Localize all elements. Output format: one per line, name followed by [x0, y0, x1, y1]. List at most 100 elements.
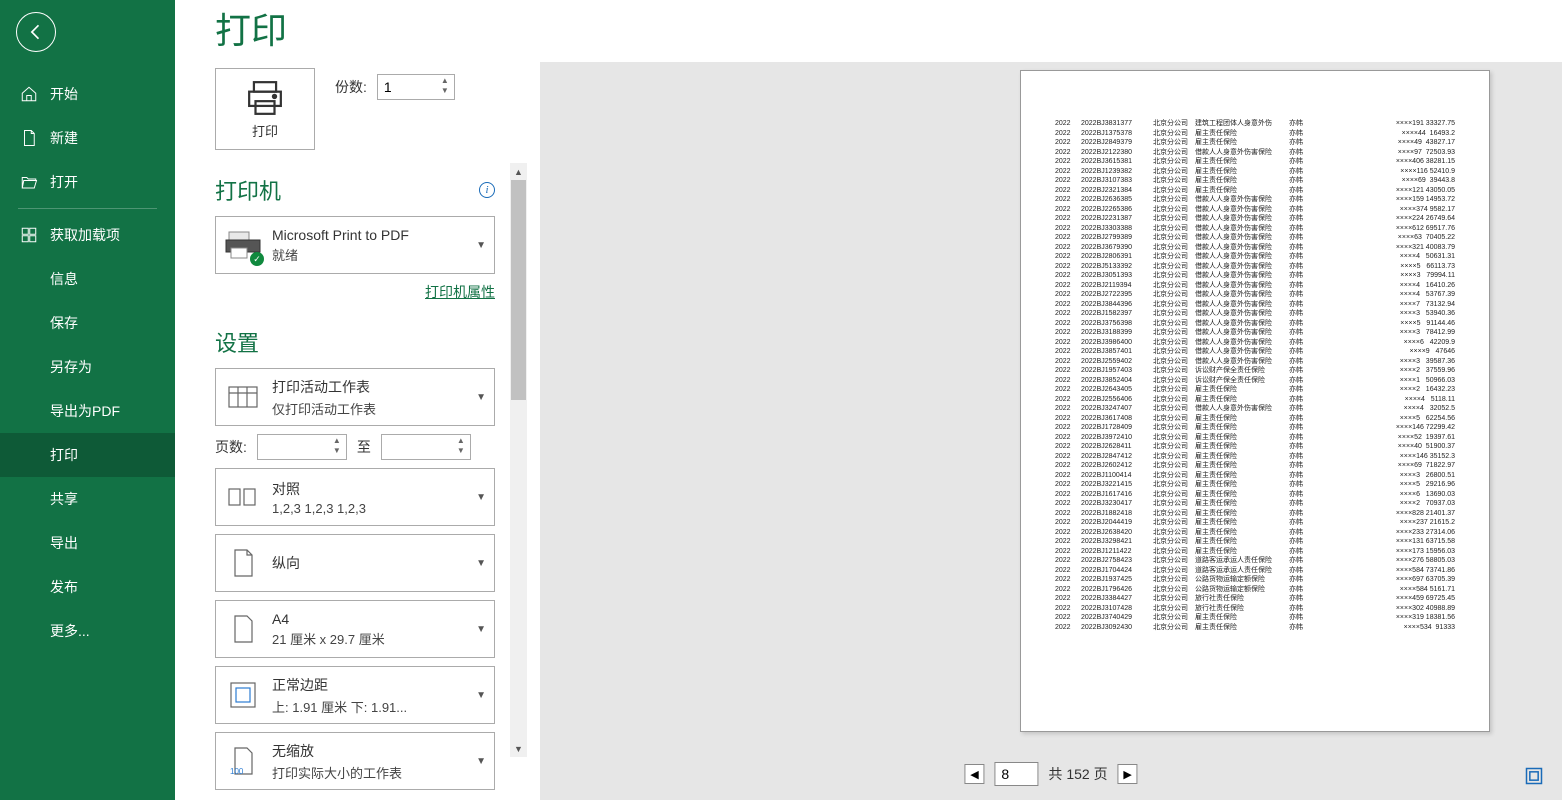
collate-selector[interactable]: 对照 1,2,3 1,2,3 1,2,3 ▼	[215, 468, 495, 526]
print-button[interactable]: 打印	[215, 68, 315, 150]
preview-row: 20222022BJ2799389北京分公司借款人人身意外伤害保险亦帏××××6…	[1055, 233, 1455, 243]
pages-to-spinner[interactable]: ▲▼	[381, 434, 471, 460]
nav-saveas[interactable]: 另存为	[0, 345, 175, 389]
preview-data-table: 20222022BJ3831377北京分公司建筑工程团体人身意外伤亦帏××××1…	[1055, 119, 1455, 632]
scroll-down-icon[interactable]: ▼	[510, 740, 527, 757]
preview-row: 20222022BJ2265386北京分公司借款人人身意外伤害保险亦帏××××3…	[1055, 205, 1455, 215]
preview-row: 20222022BJ3303388北京分公司借款人人身意外伤害保险亦帏××××6…	[1055, 224, 1455, 234]
preview-row: 20222022BJ2806391北京分公司借款人人身意外伤害保险亦帏××××4…	[1055, 252, 1455, 262]
scrollbar-thumb[interactable]	[511, 180, 526, 400]
page-navigator: ◀ 共 152 页 ▶	[964, 762, 1137, 786]
nav-exportpdf[interactable]: 导出为PDF	[0, 389, 175, 433]
nav-label: 打印	[50, 445, 78, 465]
nav-label: 开始	[50, 84, 78, 104]
print-button-label: 打印	[252, 121, 278, 140]
preview-row: 20222022BJ2638420北京分公司雇主责任保险亦帏××××233 27…	[1055, 528, 1455, 538]
nav-open[interactable]: 打开	[0, 160, 175, 204]
pages-label: 页数:	[215, 437, 247, 457]
zoom-to-page-button[interactable]	[1524, 766, 1544, 786]
printer-device-icon	[224, 226, 262, 264]
preview-row: 20222022BJ3617408北京分公司雇主责任保险亦帏××××5 6225…	[1055, 414, 1455, 424]
copies-input[interactable]	[378, 75, 438, 99]
scaling-line1: 无缩放	[272, 741, 476, 761]
preview-row: 20222022BJ1239382北京分公司雇主责任保险亦帏××××116 52…	[1055, 167, 1455, 177]
preview-row: 20222022BJ1100414北京分公司雇主责任保险亦帏××××3 2680…	[1055, 471, 1455, 481]
preview-row: 20222022BJ3852404北京分公司诉讼财产保全责任保险亦帏××××1 …	[1055, 376, 1455, 386]
nav-print[interactable]: 打印	[0, 433, 175, 477]
printer-properties-link[interactable]: 打印机属性	[215, 282, 495, 302]
scaling-selector[interactable]: 100 无缩放 打印实际大小的工作表 ▼	[215, 732, 495, 790]
preview-row: 20222022BJ1617416北京分公司雇主责任保险亦帏××××6 1369…	[1055, 490, 1455, 500]
chevron-down-icon: ▼	[476, 240, 486, 251]
paper-size-selector[interactable]: A4 21 厘米 x 29.7 厘米 ▼	[215, 600, 495, 658]
preview-row: 20222022BJ2559402北京分公司借款人人身意外伤害保险亦帏××××3…	[1055, 357, 1455, 367]
preview-row: 20222022BJ2122380北京分公司借款人人身意外伤害保险亦帏××××9…	[1055, 148, 1455, 158]
preview-row: 20222022BJ1582397北京分公司借款人人身意外伤害保险亦帏××××3…	[1055, 309, 1455, 319]
chevron-down-icon: ▼	[476, 558, 486, 569]
preview-row: 20222022BJ1957403北京分公司诉讼财产保全责任保险亦帏××××2 …	[1055, 366, 1455, 376]
page-number-input[interactable]	[994, 762, 1038, 786]
paper-line2: 21 厘米 x 29.7 厘米	[272, 629, 476, 648]
folder-open-icon	[20, 173, 38, 191]
chevron-down-icon: ▼	[476, 756, 486, 767]
nav-info[interactable]: 信息	[0, 257, 175, 301]
home-icon	[20, 85, 38, 103]
nav-more[interactable]: 更多...	[0, 609, 175, 653]
printer-selector[interactable]: Microsoft Print to PDF 就绪 ▼	[215, 216, 495, 274]
print-what-selector[interactable]: 打印活动工作表 仅打印活动工作表 ▼	[215, 368, 495, 426]
orientation-selector[interactable]: 纵向 ▼	[215, 534, 495, 592]
paper-line1: A4	[272, 611, 476, 627]
collate-line1: 对照	[272, 479, 476, 499]
margins-line1: 正常边距	[272, 675, 476, 695]
preview-row: 20222022BJ3831377北京分公司建筑工程团体人身意外伤亦帏××××1…	[1055, 119, 1455, 129]
total-pages-text: 共 152 页	[1048, 764, 1107, 784]
status-ready-icon	[250, 252, 264, 266]
fit-page-icon	[1524, 766, 1544, 786]
spin-down-icon[interactable]: ▼	[454, 447, 468, 457]
nav-home[interactable]: 开始	[0, 72, 175, 116]
preview-row: 20222022BJ1211422北京分公司雇主责任保险亦帏××××173 15…	[1055, 547, 1455, 557]
copies-spinner[interactable]: ▲▼	[377, 74, 455, 100]
prev-page-button[interactable]: ◀	[964, 764, 984, 784]
nav-save[interactable]: 保存	[0, 301, 175, 345]
preview-row: 20222022BJ2602412北京分公司雇主责任保险亦帏××××69 718…	[1055, 461, 1455, 471]
spin-down-icon[interactable]: ▼	[330, 447, 344, 457]
preview-row: 20222022BJ3188399北京分公司借款人人身意外伤害保险亦帏××××3…	[1055, 328, 1455, 338]
nav-export[interactable]: 导出	[0, 521, 175, 565]
preview-row: 20222022BJ3972410北京分公司雇主责任保险亦帏××××52 193…	[1055, 433, 1455, 443]
preview-row: 20222022BJ3844396北京分公司借款人人身意外伤害保险亦帏××××7…	[1055, 300, 1455, 310]
nav-publish[interactable]: 发布	[0, 565, 175, 609]
portrait-icon	[224, 544, 262, 582]
nav-share[interactable]: 共享	[0, 477, 175, 521]
chevron-down-icon: ▼	[476, 624, 486, 635]
nav-label: 导出	[50, 533, 78, 553]
collate-icon	[224, 478, 262, 516]
preview-row: 20222022BJ3221415北京分公司雇主责任保险亦帏××××5 2921…	[1055, 480, 1455, 490]
margins-selector[interactable]: 正常边距 上: 1.91 厘米 下: 1.91... ▼	[215, 666, 495, 724]
nav-addins[interactable]: 获取加载项	[0, 213, 175, 257]
next-page-button[interactable]: ▶	[1118, 764, 1138, 784]
spin-down-icon[interactable]: ▼	[438, 87, 452, 97]
settings-scrollbar[interactable]: ▲ ▼	[510, 180, 527, 740]
nav-new[interactable]: 新建	[0, 116, 175, 160]
preview-row: 20222022BJ2722395北京分公司借款人人身意外伤害保险亦帏××××4…	[1055, 290, 1455, 300]
sheets-icon	[224, 378, 262, 416]
scroll-up-icon[interactable]: ▲	[510, 163, 527, 180]
preview-row: 20222022BJ1937425北京分公司公路货物运输定额保险亦帏××××69…	[1055, 575, 1455, 585]
arrow-left-icon	[26, 22, 46, 42]
pages-from-input[interactable]	[258, 435, 328, 459]
preview-row: 20222022BJ1375378北京分公司雇主责任保险亦帏××××44 164…	[1055, 129, 1455, 139]
preview-row: 20222022BJ3986400北京分公司借款人人身意外伤害保险亦帏××××6…	[1055, 338, 1455, 348]
back-button[interactable]	[16, 12, 56, 52]
pages-from-spinner[interactable]: ▲▼	[257, 434, 347, 460]
printer-name: Microsoft Print to PDF	[272, 227, 476, 243]
print-preview-area: 20222022BJ3831377北京分公司建筑工程团体人身意外伤亦帏××××1…	[540, 62, 1562, 800]
margins-icon	[224, 676, 262, 714]
pages-to-input[interactable]	[382, 435, 452, 459]
printer-section-title: 打印机	[215, 174, 281, 206]
nav-label: 获取加载项	[50, 225, 120, 245]
preview-page: 20222022BJ3831377北京分公司建筑工程团体人身意外伤亦帏××××1…	[1020, 70, 1490, 732]
nav-label: 更多...	[50, 621, 90, 641]
info-icon[interactable]: i	[479, 182, 495, 198]
nav-label: 导出为PDF	[50, 401, 120, 421]
